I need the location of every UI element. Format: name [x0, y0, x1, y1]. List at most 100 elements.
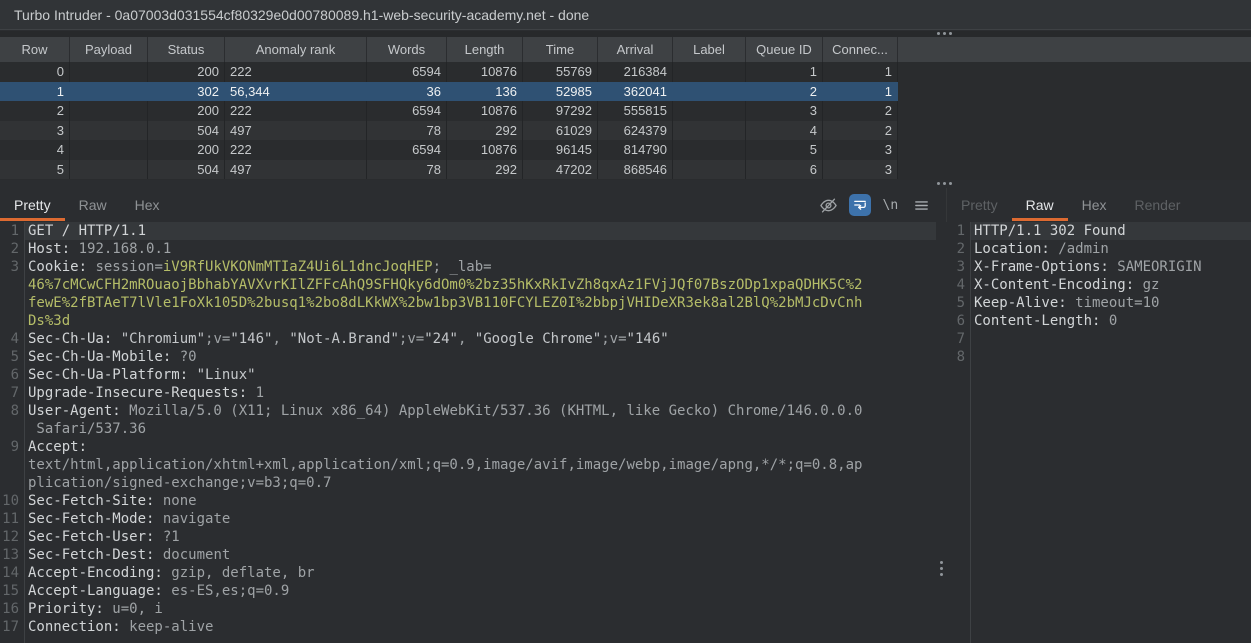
- cell-label: [673, 140, 746, 160]
- request-editor[interactable]: 1GET / HTTP/1.12Host: 192.168.0.13Cookie…: [0, 222, 936, 643]
- line-content: Sec-Fetch-Dest: document: [25, 546, 230, 564]
- column-header-words[interactable]: Words: [367, 37, 447, 62]
- table-row-4[interactable]: 42002226594108769614581479053: [0, 140, 898, 160]
- column-header-connec[interactable]: Connec...: [823, 37, 898, 62]
- cell-connec: 2: [823, 101, 898, 121]
- line-content: Sec-Ch-Ua-Platform: "Linux": [25, 366, 256, 384]
- cell-payload: [70, 121, 148, 141]
- line-content: Upgrade-Insecure-Requests: 1: [25, 384, 264, 402]
- line-content: Host: 192.168.0.1: [25, 240, 171, 258]
- line-number: 11: [0, 510, 25, 528]
- editor-line: 11Sec-Fetch-Mode: navigate: [0, 510, 936, 528]
- column-header-time[interactable]: Time: [523, 37, 598, 62]
- results-table-header: RowPayloadStatusAnomaly rankWordsLengthT…: [0, 37, 1251, 62]
- line-number: 14: [0, 564, 25, 582]
- line-content: Sec-Ch-Ua-Mobile: ?0: [25, 348, 197, 366]
- line-content: fewE%2fBTAeT7lVle1FoXk105D%2busq1%2bo8dL…: [25, 294, 862, 312]
- cell-anomaly-rank: 222: [225, 101, 367, 121]
- cell-queue-id: 3: [746, 101, 823, 121]
- horizontal-splitter-handle[interactable]: [937, 182, 952, 185]
- line-number: [0, 276, 25, 294]
- line-number: [0, 456, 25, 474]
- cell-time: 96145: [523, 140, 598, 160]
- line-number: 9: [0, 438, 25, 456]
- editor-line: fewE%2fBTAeT7lVle1FoXk105D%2busq1%2bo8dL…: [0, 294, 936, 312]
- line-content: Sec-Fetch-Site: none: [25, 492, 197, 510]
- cell-time: 61029: [523, 121, 598, 141]
- cell-queue-id: 2: [746, 82, 823, 102]
- cell-connec: 3: [823, 160, 898, 180]
- soft-wrap-icon[interactable]: [849, 194, 871, 216]
- line-content: Sec-Fetch-User: ?1: [25, 528, 180, 546]
- response-tab-hex[interactable]: Hex: [1068, 188, 1121, 222]
- line-number: 3: [946, 258, 971, 276]
- cell-row: 1: [0, 82, 70, 102]
- top-splitter-handle[interactable]: [937, 32, 952, 35]
- column-header-label[interactable]: Label: [673, 37, 746, 62]
- cell-words: 6594: [367, 140, 447, 160]
- line-content: User-Agent: Mozilla/5.0 (X11; Linux x86_…: [25, 402, 862, 420]
- column-header-anomaly-rank[interactable]: Anomaly rank: [225, 37, 367, 62]
- editor-line: 46%7cMCwCFH2mROuaojBbhabYAVXvrKIlZFFcAhQ…: [0, 276, 936, 294]
- cell-anomaly-rank: 222: [225, 62, 367, 82]
- line-content: Sec-Ch-Ua: "Chromium";v="146", "Not-A.Br…: [25, 330, 669, 348]
- response-tab-pretty[interactable]: Pretty: [947, 188, 1012, 222]
- table-row-3[interactable]: 3504497782926102962437942: [0, 121, 898, 141]
- line-number: 15: [0, 582, 25, 600]
- line-content: X-Frame-Options: SAMEORIGIN: [971, 258, 1202, 276]
- request-tab-pretty[interactable]: Pretty: [0, 188, 65, 222]
- cell-payload: [70, 62, 148, 82]
- table-row-5[interactable]: 5504497782924720286854663: [0, 160, 898, 180]
- response-tab-bar: PrettyRawHexRender: [946, 188, 1251, 222]
- response-editor[interactable]: 1HTTP/1.1 302 Found2Location: /admin3X-F…: [946, 222, 1251, 643]
- request-tab-raw[interactable]: Raw: [65, 188, 121, 222]
- line-number: 6: [0, 366, 25, 384]
- newline-icon[interactable]: \n: [880, 194, 902, 216]
- menu-icon[interactable]: [910, 194, 932, 216]
- hide-unmodified-icon[interactable]: [818, 194, 840, 216]
- turbo-intruder-window: Turbo Intruder - 0a07003d031554cf80329e0…: [0, 0, 1251, 643]
- line-content: Accept-Language: es-ES,es;q=0.9: [25, 582, 289, 600]
- cell-connec: 1: [823, 62, 898, 82]
- editor-line: text/html,application/xhtml+xml,applicat…: [0, 456, 936, 474]
- vertical-splitter-handle[interactable]: [940, 561, 943, 576]
- table-row-2[interactable]: 22002226594108769729255581532: [0, 101, 898, 121]
- cell-status: 200: [148, 101, 225, 121]
- column-header-length[interactable]: Length: [447, 37, 523, 62]
- column-header-status[interactable]: Status: [148, 37, 225, 62]
- line-content: Ds%3d: [25, 312, 70, 330]
- cell-length: 10876: [447, 62, 523, 82]
- editor-line: 6Sec-Ch-Ua-Platform: "Linux": [0, 366, 936, 384]
- cell-queue-id: 4: [746, 121, 823, 141]
- response-tab-raw[interactable]: Raw: [1012, 188, 1068, 222]
- cell-anomaly-rank: 497: [225, 160, 367, 180]
- cell-arrival: 814790: [598, 140, 673, 160]
- line-content: Accept-Encoding: gzip, deflate, br: [25, 564, 315, 582]
- table-row-0[interactable]: 02002226594108765576921638411: [0, 62, 898, 82]
- table-row-1[interactable]: 130256,344361365298536204121: [0, 82, 898, 102]
- editor-line: 10Sec-Fetch-Site: none: [0, 492, 936, 510]
- response-tab-render[interactable]: Render: [1121, 188, 1195, 222]
- editor-line: 5Keep-Alive: timeout=10: [946, 294, 1251, 312]
- editor-line: 14Accept-Encoding: gzip, deflate, br: [0, 564, 936, 582]
- cell-time: 47202: [523, 160, 598, 180]
- column-header-arrival[interactable]: Arrival: [598, 37, 673, 62]
- cell-words: 78: [367, 160, 447, 180]
- column-header-payload[interactable]: Payload: [70, 37, 148, 62]
- editor-line: 3X-Frame-Options: SAMEORIGIN: [946, 258, 1251, 276]
- editor-line: 7Upgrade-Insecure-Requests: 1: [0, 384, 936, 402]
- cell-label: [673, 62, 746, 82]
- column-header-queue-id[interactable]: Queue ID: [746, 37, 823, 62]
- window-title: Turbo Intruder - 0a07003d031554cf80329e0…: [14, 7, 589, 23]
- request-tab-hex[interactable]: Hex: [121, 188, 174, 222]
- cell-words: 6594: [367, 62, 447, 82]
- cell-connec: 1: [823, 82, 898, 102]
- line-content: X-Content-Encoding: gz: [971, 276, 1159, 294]
- cell-row: 3: [0, 121, 70, 141]
- cell-arrival: 216384: [598, 62, 673, 82]
- horizontal-splitter[interactable]: [0, 180, 1251, 188]
- editor-line: 1HTTP/1.1 302 Found: [946, 222, 1251, 240]
- cell-words: 36: [367, 82, 447, 102]
- newline-icon-label: \n: [883, 198, 899, 213]
- column-header-row[interactable]: Row: [0, 37, 70, 62]
